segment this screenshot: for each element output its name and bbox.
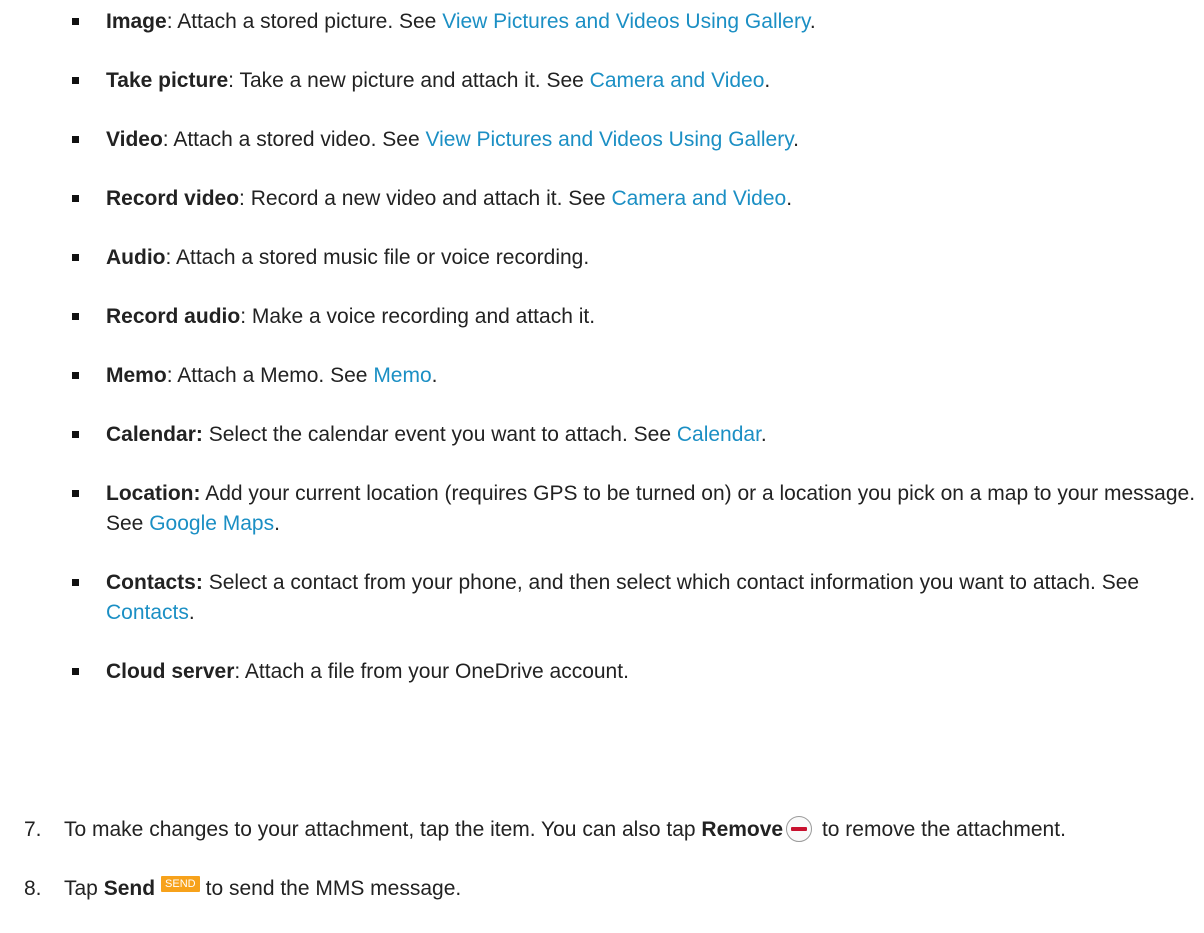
step-text: to send the MMS message.	[205, 877, 462, 900]
option-separator: :	[234, 660, 245, 683]
option-term: Contacts:	[106, 571, 203, 594]
option-separator: :	[228, 69, 240, 92]
option-separator: :	[165, 246, 176, 269]
option-separator: :	[162, 128, 174, 151]
option-description: Attach a file from your OneDrive account…	[244, 660, 629, 683]
option-description: Select a contact from your phone, and th…	[208, 571, 1140, 594]
see-link-contacts[interactable]: Contacts	[106, 601, 189, 624]
remove-label: Remove	[701, 818, 784, 841]
numbered-steps: 7. To make changes to your attachment, ta…	[24, 815, 1199, 933]
attachment-options-list: Image: Attach a stored picture. See View…	[72, 7, 1197, 716]
send-icon: SEND	[161, 876, 200, 892]
bullet-icon	[72, 136, 79, 143]
option-term: Take picture	[106, 69, 229, 92]
step-text: to remove the attachment.	[816, 818, 1066, 841]
see-link-gallery[interactable]: View Pictures and Videos Using Gallery	[442, 10, 810, 33]
bullet-icon	[72, 18, 79, 25]
bullet-icon	[72, 195, 79, 202]
option-tail: .	[188, 601, 195, 624]
list-item: Calendar: Select the calendar event you …	[72, 420, 1197, 450]
option-term: Cloud server	[106, 660, 235, 683]
bullet-icon	[72, 77, 79, 84]
see-link-camera-and-video[interactable]: Camera and Video	[590, 69, 765, 92]
list-item: Video: Attach a stored video. See View P…	[72, 125, 1197, 155]
see-link-gallery[interactable]: View Pictures and Videos Using Gallery	[425, 128, 793, 151]
option-description: Record a new video and attach it. See	[250, 187, 612, 210]
option-separator: :	[240, 305, 252, 328]
option-description: Attach a stored picture. See	[177, 10, 443, 33]
list-item: Record video: Record a new video and att…	[72, 184, 1197, 214]
bullet-icon	[72, 668, 79, 675]
option-tail: .	[786, 187, 793, 210]
list-item: Cloud server: Attach a file from your On…	[72, 657, 1197, 687]
list-item: Location: Add your current location (req…	[72, 479, 1197, 539]
remove-icon	[786, 816, 813, 842]
step-text: To make changes to your attachment, tap …	[64, 818, 702, 841]
step-number: 7.	[24, 818, 42, 841]
option-description: Attach a Memo. See	[177, 364, 374, 387]
bullet-icon	[72, 372, 79, 379]
list-item: Take picture: Take a new picture and att…	[72, 66, 1197, 96]
option-tail: .	[431, 364, 438, 387]
list-item: Image: Attach a stored picture. See View…	[72, 7, 1197, 37]
option-separator: :	[239, 187, 251, 210]
option-description: Attach a stored music file or voice reco…	[176, 246, 590, 269]
option-term: Video	[106, 128, 163, 151]
see-link-camera-and-video[interactable]: Camera and Video	[611, 187, 786, 210]
send-label: Send	[103, 877, 156, 900]
option-term: Calendar:	[106, 423, 203, 446]
step-7: 7. To make changes to your attachment, ta…	[24, 815, 1199, 845]
bullet-icon	[72, 254, 79, 261]
option-tail: .	[274, 512, 280, 535]
list-item: Contacts: Select a contact from your pho…	[72, 568, 1197, 628]
option-separator: :	[166, 10, 178, 33]
option-tail: .	[764, 69, 771, 92]
option-description: Make a voice recording and attach it.	[251, 305, 596, 328]
see-link-memo[interactable]: Memo	[373, 364, 431, 387]
list-item: Record audio: Make a voice recording and…	[72, 302, 1197, 332]
see-link-google-maps[interactable]: Google Maps	[149, 512, 274, 535]
bullet-icon	[72, 431, 79, 438]
option-term: Memo	[106, 364, 167, 387]
option-term: Record audio	[106, 305, 241, 328]
option-separator: :	[166, 364, 178, 387]
option-description: Select the calendar event you want to at…	[208, 423, 677, 446]
list-item: Memo: Attach a Memo. See Memo.	[72, 361, 1197, 391]
bullet-icon	[72, 579, 79, 586]
option-description: Take a new picture and attach it. See	[239, 69, 590, 92]
see-link-calendar[interactable]: Calendar	[677, 423, 761, 446]
step-text: Tap	[64, 877, 104, 900]
step-8: 8. Tap Send SEND to send the MMS message.	[24, 874, 1199, 904]
bullet-icon	[72, 313, 79, 320]
bullet-icon	[72, 490, 79, 497]
option-description: Attach a stored video. See	[173, 128, 426, 151]
option-term: Location:	[106, 482, 201, 505]
option-term: Audio	[106, 246, 166, 269]
option-tail: .	[809, 10, 816, 33]
list-item: Audio: Attach a stored music file or voi…	[72, 243, 1197, 273]
option-tail: .	[793, 128, 799, 151]
option-tail: .	[760, 423, 767, 446]
option-term: Image	[106, 10, 167, 33]
step-number: 8.	[24, 877, 42, 900]
option-term: Record video	[106, 187, 240, 210]
